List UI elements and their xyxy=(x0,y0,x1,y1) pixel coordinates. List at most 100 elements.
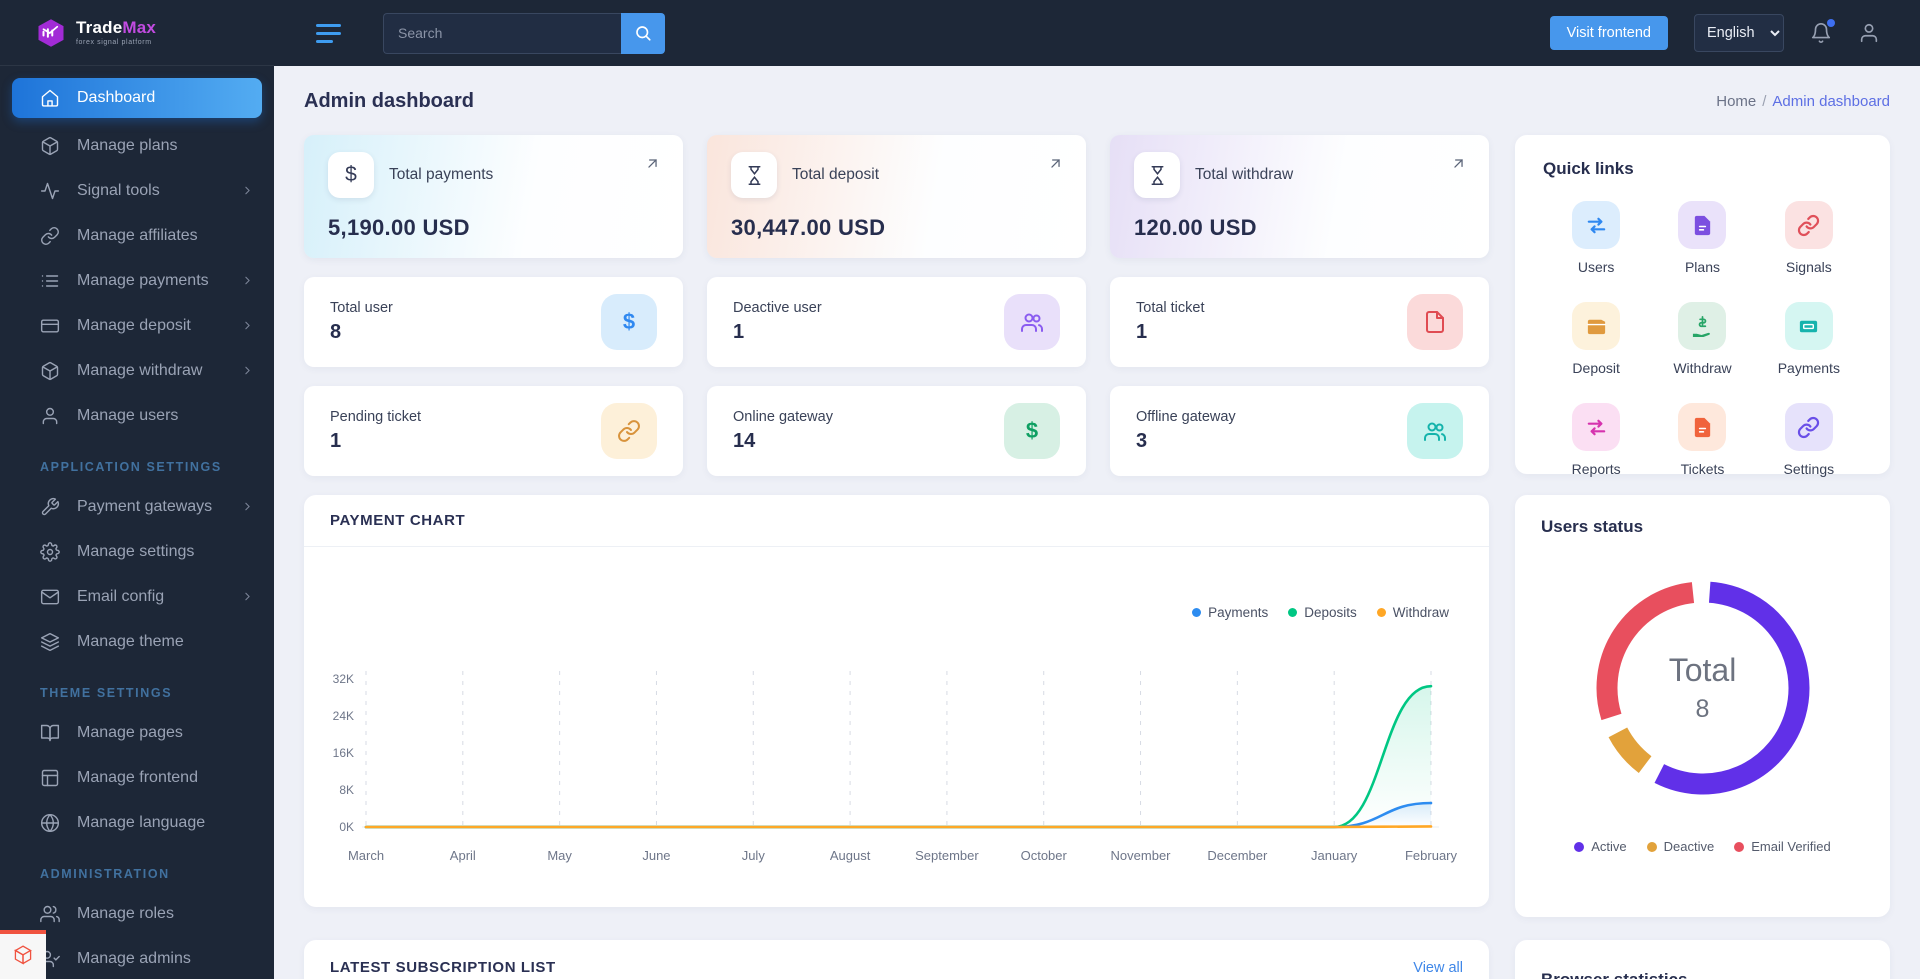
users-icon xyxy=(40,905,60,922)
sidebar-item-manage-language[interactable]: Manage language xyxy=(0,800,274,845)
legend-dot-email-verified xyxy=(1734,841,1745,852)
laravel-debugbar-button[interactable] xyxy=(0,930,46,979)
hourglass-icon xyxy=(1134,152,1180,198)
search-box xyxy=(383,12,665,54)
quick-link-deposit[interactable]: Deposit xyxy=(1543,302,1649,376)
sidebar-item-signal-tools[interactable]: Signal tools xyxy=(0,168,274,213)
mail-icon xyxy=(40,589,60,604)
sidebar-item-manage-plans[interactable]: Manage plans xyxy=(0,123,274,168)
sidebar-item-manage-payments[interactable]: Manage payments xyxy=(0,258,274,303)
ticket-icon xyxy=(1784,302,1833,350)
visit-frontend-button[interactable]: Visit frontend xyxy=(1549,16,1668,50)
pending-ticket-card: Pending ticket 1 xyxy=(304,386,683,476)
quick-link-withdraw[interactable]: Withdraw xyxy=(1649,302,1755,376)
total-deposit-value: 30,447.00 USD xyxy=(731,215,886,240)
search-button[interactable] xyxy=(621,12,665,54)
sidebar-item-dashboard[interactable]: Dashboard xyxy=(12,78,262,118)
link-icon xyxy=(601,403,657,459)
dollar-icon: $ xyxy=(328,152,374,198)
topbar: Visit frontend English xyxy=(274,0,1920,66)
sidebar-item-manage-settings[interactable]: Manage settings xyxy=(0,529,274,574)
legend-dot-deactive xyxy=(1646,841,1657,852)
sidebar-toggle-button[interactable] xyxy=(316,23,341,43)
total-deposit-card[interactable]: Total deposit 30,447.00 USD xyxy=(707,135,1086,258)
swap-arrows-icon xyxy=(1572,201,1621,249)
donut-center-value: 8 xyxy=(1695,695,1710,723)
svg-text:32K: 32K xyxy=(333,672,354,686)
sidebar-item-email-config[interactable]: Email config xyxy=(0,574,274,619)
offline-gateway-card: Offline gateway 3 xyxy=(1110,386,1489,476)
total-withdraw-card[interactable]: Total withdraw 120.00 USD xyxy=(1110,135,1489,258)
svg-text:July: July xyxy=(742,848,766,863)
deactive-user-card: Deactive user 1 xyxy=(707,277,1086,367)
chevron-right-icon xyxy=(245,366,250,375)
breadcrumb-current[interactable]: Admin dashboard xyxy=(1772,93,1890,110)
main-content: Admin dashboard Home / Admin dashboard $ T… xyxy=(274,66,1920,979)
svg-text:October: October xyxy=(1021,848,1068,863)
sidebar-item-manage-users[interactable]: Manage users xyxy=(0,393,274,438)
sidebar-item-manage-theme[interactable]: Manage theme xyxy=(0,619,274,664)
chevron-right-icon xyxy=(245,502,250,511)
ticket-file-icon xyxy=(1407,294,1463,350)
users-status-legend: Active Deactive Email Verified xyxy=(1541,839,1864,854)
language-select[interactable]: English xyxy=(1694,14,1784,52)
donut-center-label: Total xyxy=(1668,652,1737,688)
activity-icon xyxy=(40,182,60,199)
svg-text:June: June xyxy=(642,848,670,863)
link-icon xyxy=(1784,201,1833,249)
gear-icon xyxy=(40,541,60,562)
sidebar-item-manage-deposit[interactable]: Manage deposit xyxy=(0,303,274,348)
search-input[interactable] xyxy=(383,12,621,54)
browser-statistics-title: Browser statistics xyxy=(1541,970,1864,979)
total-payments-value: 5,190.00 USD xyxy=(328,215,470,240)
quick-link-plans[interactable]: Plans xyxy=(1649,201,1755,275)
svg-text:September: September xyxy=(915,848,979,863)
arrow-up-right-icon xyxy=(1047,155,1064,172)
sidebar-item-manage-affiliates[interactable]: Manage affiliates xyxy=(0,213,274,258)
total-withdraw-value: 120.00 USD xyxy=(1134,215,1257,240)
legend-dot-withdraw xyxy=(1376,608,1386,617)
payment-chart-title: PAYMENT CHART xyxy=(304,495,1489,547)
dollar-icon: $ xyxy=(601,294,657,350)
laravel-icon xyxy=(14,944,32,965)
notification-dot xyxy=(1827,19,1835,27)
quick-link-payments[interactable]: Payments xyxy=(1756,302,1862,376)
page-title: Admin dashboard xyxy=(304,90,475,112)
total-user-card: Total user 8 $ xyxy=(304,277,683,367)
profile-button[interactable] xyxy=(1858,22,1880,44)
users-icon xyxy=(1407,403,1463,459)
search-icon xyxy=(636,26,651,41)
svg-text:January: January xyxy=(1311,848,1358,863)
home-icon xyxy=(41,89,59,107)
sidebar-section-administration: ADMINISTRATION xyxy=(40,867,170,881)
arrow-up-right-icon xyxy=(1450,155,1467,172)
sidebar-item-manage-frontend[interactable]: Manage frontend xyxy=(0,755,274,800)
breadcrumb-home[interactable]: Home xyxy=(1716,93,1756,110)
package-icon xyxy=(41,136,59,155)
users-icon xyxy=(1004,294,1060,350)
globe-icon xyxy=(40,813,60,832)
view-all-link[interactable]: View all xyxy=(1413,960,1463,976)
quick-link-settings[interactable]: Settings xyxy=(1756,403,1862,477)
wallet-icon xyxy=(1572,302,1621,350)
total-payments-card[interactable]: $ Total payments 5,190.00 USD xyxy=(304,135,683,258)
quick-link-signals[interactable]: Signals xyxy=(1756,201,1862,275)
layout-icon xyxy=(41,769,59,786)
sidebar-item-payment-gateways[interactable]: Payment gateways xyxy=(0,484,274,529)
online-gateway-card: Online gateway 14 $ xyxy=(707,386,1086,476)
notifications-button[interactable] xyxy=(1810,19,1835,44)
quick-link-reports[interactable]: Reports xyxy=(1543,403,1649,477)
latest-subscription-card: LATEST SUBSCRIPTION LIST View all xyxy=(304,940,1489,979)
svg-text:March: March xyxy=(348,848,384,863)
brand[interactable]: TradeMax forex signal platform xyxy=(0,0,274,66)
credit-card-icon xyxy=(40,318,60,333)
quick-link-users[interactable]: Users xyxy=(1543,201,1649,275)
chevron-right-icon xyxy=(245,592,250,601)
sidebar-item-manage-withdraw[interactable]: Manage withdraw xyxy=(0,348,274,393)
sidebar-item-manage-pages[interactable]: Manage pages xyxy=(0,710,274,755)
package-icon xyxy=(41,361,59,380)
sidebar-section-theme-settings: THEME SETTINGS xyxy=(40,686,173,700)
payment-chart-card: PAYMENT CHART Payments Deposits Withdraw… xyxy=(304,495,1489,907)
hand-dollar-icon xyxy=(1678,302,1727,350)
quick-link-tickets[interactable]: Tickets xyxy=(1649,403,1755,477)
